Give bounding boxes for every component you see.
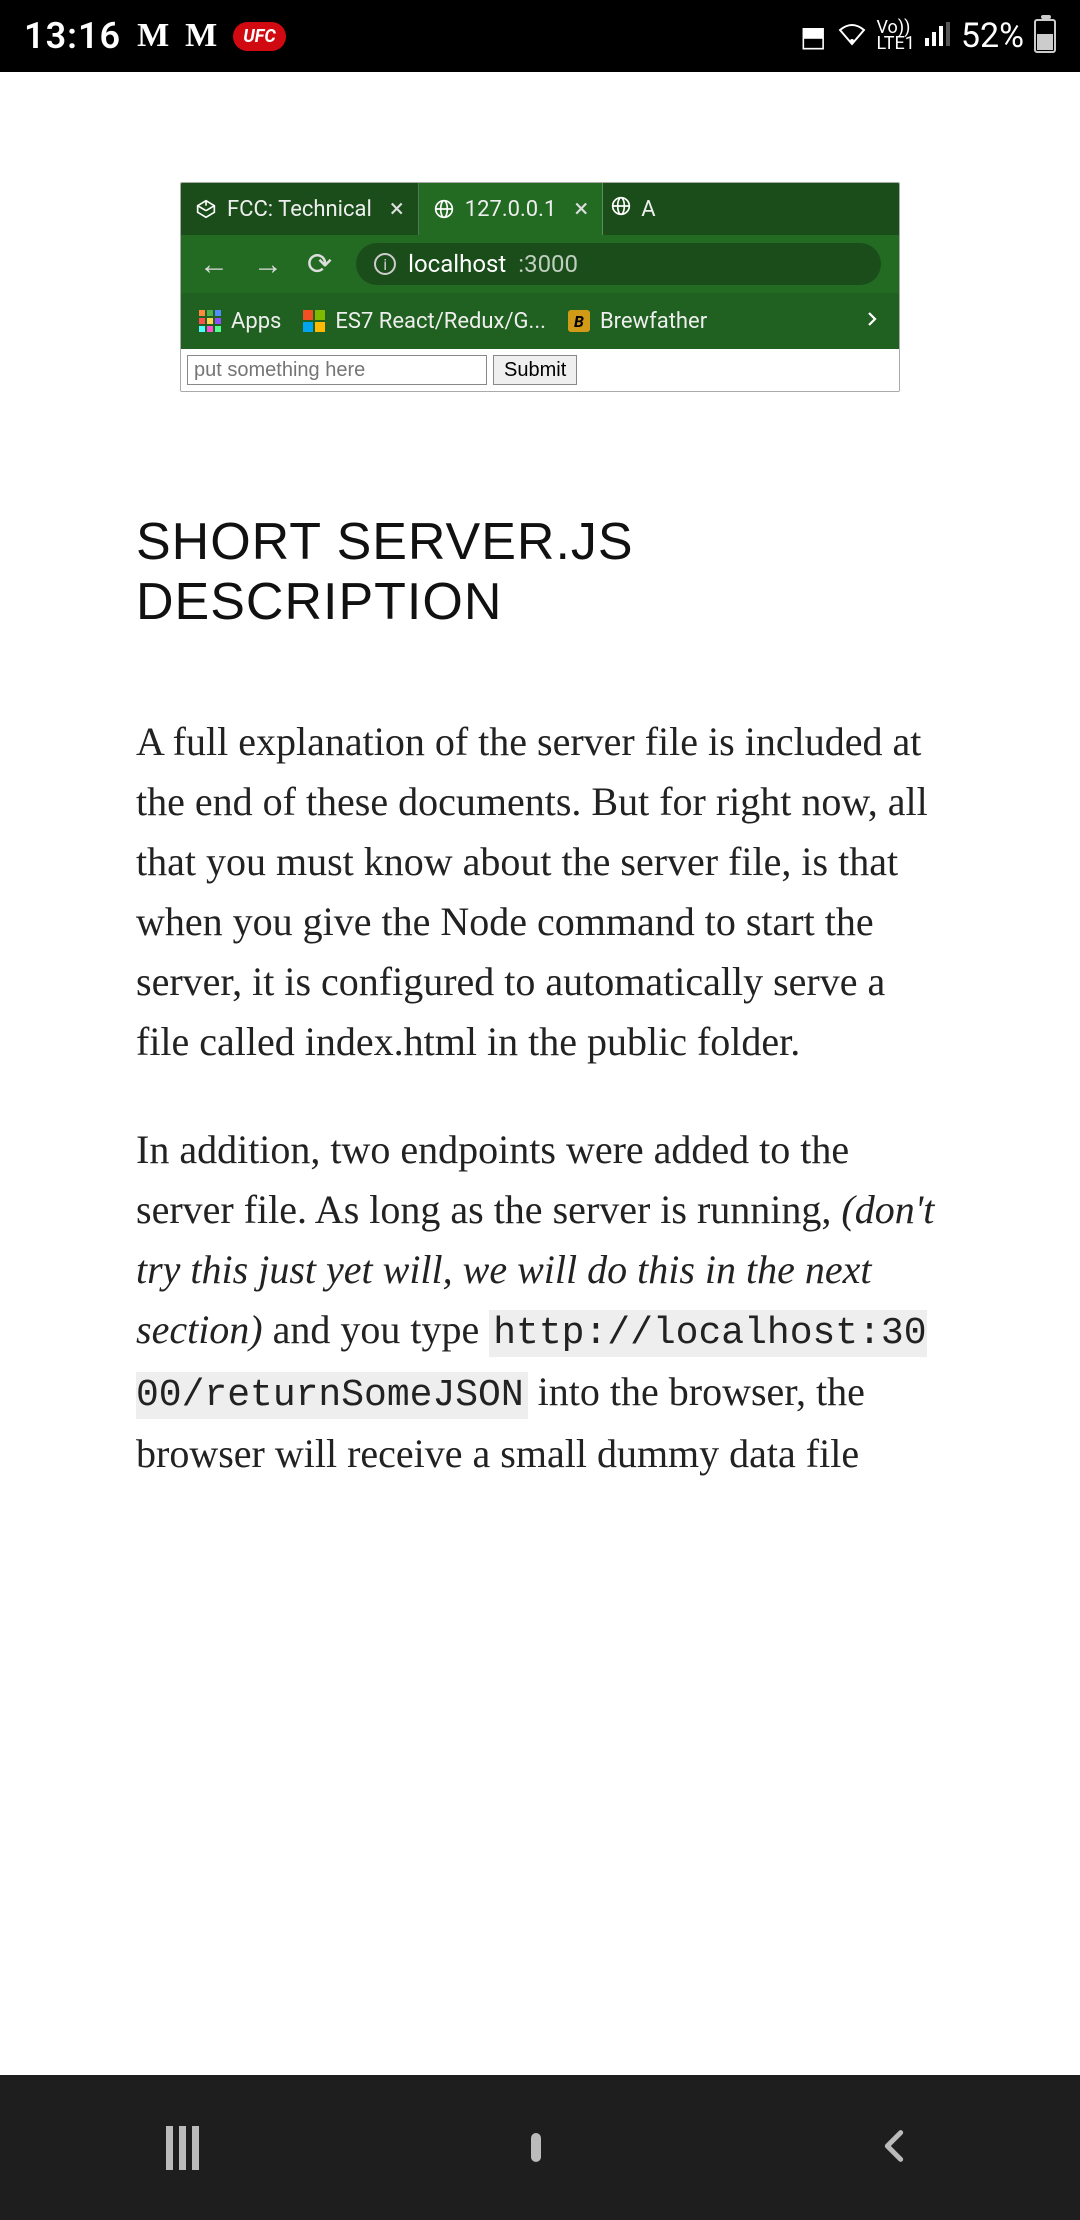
- browser-tab[interactable]: FCC: Technical ×: [181, 183, 419, 235]
- tab-title: 127.0.0.1: [465, 197, 557, 222]
- codepen-icon: [195, 198, 217, 220]
- browser-tab-active[interactable]: 127.0.0.1 ×: [419, 183, 603, 235]
- tab-title: FCC: Technical: [227, 197, 372, 222]
- bookmark-item[interactable]: B Brewfather: [568, 309, 707, 334]
- notification-icon: M: [185, 17, 217, 55]
- globe-icon: [611, 196, 631, 222]
- clock: 13:16: [24, 15, 121, 57]
- browser-screenshot: FCC: Technical × 127.0.0.1 × A ← → ⟳: [180, 182, 900, 392]
- back-icon[interactable]: ←: [199, 247, 229, 282]
- bookmark-overflow-icon[interactable]: [863, 309, 881, 334]
- apps-button[interactable]: Apps: [199, 309, 281, 334]
- text-input[interactable]: [187, 355, 487, 385]
- paragraph: A full explanation of the server file is…: [136, 712, 944, 1072]
- signal-icon: [925, 20, 951, 53]
- paragraph: In addition, two endpoints were added to…: [136, 1120, 944, 1484]
- url-port: :3000: [518, 250, 578, 278]
- reload-icon[interactable]: ⟳: [307, 247, 332, 282]
- bookmark-label: Brewfather: [600, 309, 707, 334]
- notification-pill: UFC: [233, 22, 286, 51]
- bookmark-label: ES7 React/Redux/G...: [335, 309, 546, 334]
- bookmark-item[interactable]: ES7 React/Redux/G...: [303, 309, 546, 334]
- tab-fragment: A: [641, 197, 655, 222]
- url-field[interactable]: i localhost :3000: [356, 243, 881, 285]
- submit-button[interactable]: Submit: [493, 355, 577, 385]
- home-button[interactable]: [531, 2138, 541, 2157]
- apps-label: Apps: [231, 309, 281, 334]
- tab-strip: FCC: Technical × 127.0.0.1 × A: [181, 183, 899, 235]
- section-heading: SHORT SERVER.JS DESCRIPTION: [136, 512, 944, 632]
- notification-icon: M: [137, 17, 169, 55]
- close-icon[interactable]: ×: [390, 194, 404, 224]
- info-icon[interactable]: i: [374, 253, 396, 275]
- url-host: localhost: [408, 250, 506, 278]
- back-button[interactable]: [874, 2126, 914, 2170]
- brewfather-icon: B: [568, 310, 590, 332]
- article: SHORT SERVER.JS DESCRIPTION A full expla…: [36, 392, 1044, 1484]
- network-label: Vo)) LTE1: [877, 20, 915, 52]
- android-nav-bar: [0, 2075, 1080, 2220]
- android-status-bar: 13:16 M M UFC ⬒ Vo)) LTE1 52%: [0, 0, 1080, 72]
- close-icon[interactable]: ×: [574, 194, 588, 224]
- recents-button[interactable]: [166, 2126, 199, 2170]
- globe-icon: [433, 198, 455, 220]
- tab-overflow: A: [603, 183, 663, 235]
- apps-icon: [199, 310, 221, 332]
- microsoft-icon: [303, 310, 325, 332]
- battery-icon: [1034, 19, 1056, 53]
- page-body: Submit: [181, 349, 899, 391]
- recents-icon: [166, 2126, 199, 2170]
- wifi-icon: [837, 20, 867, 53]
- app-update-icon: ⬒: [800, 20, 826, 53]
- home-icon: [531, 2133, 541, 2162]
- text-run: In addition, two endpoints were added to…: [136, 1127, 849, 1232]
- back-icon: [874, 2151, 914, 2170]
- forward-icon[interactable]: →: [253, 247, 283, 282]
- page-content: FCC: Technical × 127.0.0.1 × A ← → ⟳: [0, 72, 1080, 1484]
- bookmarks-bar: Apps ES7 React/Redux/G... B Brewfather: [181, 293, 899, 349]
- address-bar: ← → ⟳ i localhost :3000: [181, 235, 899, 293]
- text-run: and you type: [263, 1307, 490, 1352]
- battery-percent: 52%: [961, 16, 1024, 56]
